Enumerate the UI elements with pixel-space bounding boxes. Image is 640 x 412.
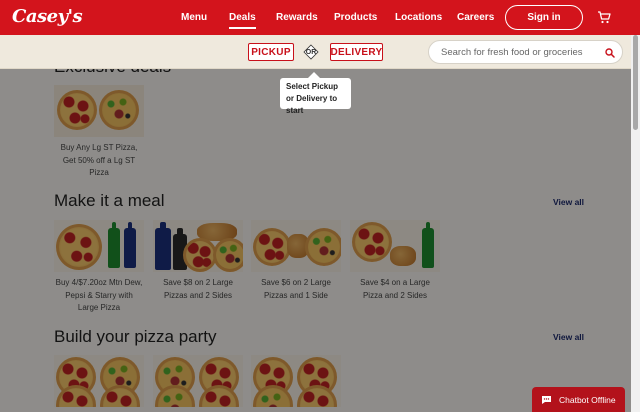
search-button[interactable]	[600, 43, 619, 62]
nav-products[interactable]: Products	[334, 12, 377, 23]
chatbot-button[interactable]: Chatbot Offline	[532, 387, 625, 412]
pickup-button[interactable]: PICKUP	[248, 43, 294, 61]
nav-rewards[interactable]: Rewards	[276, 12, 318, 23]
chatbot-label: Chatbot Offline	[559, 394, 616, 405]
search-field[interactable]: Search for fresh food or groceries	[428, 40, 623, 64]
page-scrollbar[interactable]	[631, 35, 640, 412]
cart-icon[interactable]	[597, 10, 611, 24]
order-mode-bar: PICKUP OR DELIVERY Search for fresh food…	[0, 35, 640, 69]
nav-locations[interactable]: Locations	[395, 12, 442, 23]
caseys-logo[interactable]: Casey's	[12, 6, 83, 27]
or-label: OR	[305, 48, 317, 56]
nav-careers[interactable]: Careers	[457, 12, 494, 23]
sign-in-button[interactable]: Sign in	[505, 5, 583, 30]
search-icon	[604, 47, 615, 58]
nav-menu[interactable]: Menu	[181, 12, 207, 23]
scrollbar-thumb[interactable]	[633, 35, 638, 130]
nav-deals[interactable]: Deals	[229, 12, 256, 29]
delivery-button[interactable]: DELIVERY	[330, 43, 383, 61]
search-input[interactable]: Search for fresh food or groceries	[441, 47, 583, 58]
or-badge: OR	[303, 44, 319, 60]
chat-icon	[542, 395, 551, 404]
top-navigation-bar: Casey's Menu Deals Rewards Products Loca…	[0, 0, 640, 35]
select-mode-tooltip: Select Pickup or Delivery to start	[280, 72, 351, 115]
modal-dim-overlay[interactable]	[0, 69, 631, 412]
main-content: Exclusive deals Buy Any Lg ST Pizza, Get…	[0, 69, 631, 412]
